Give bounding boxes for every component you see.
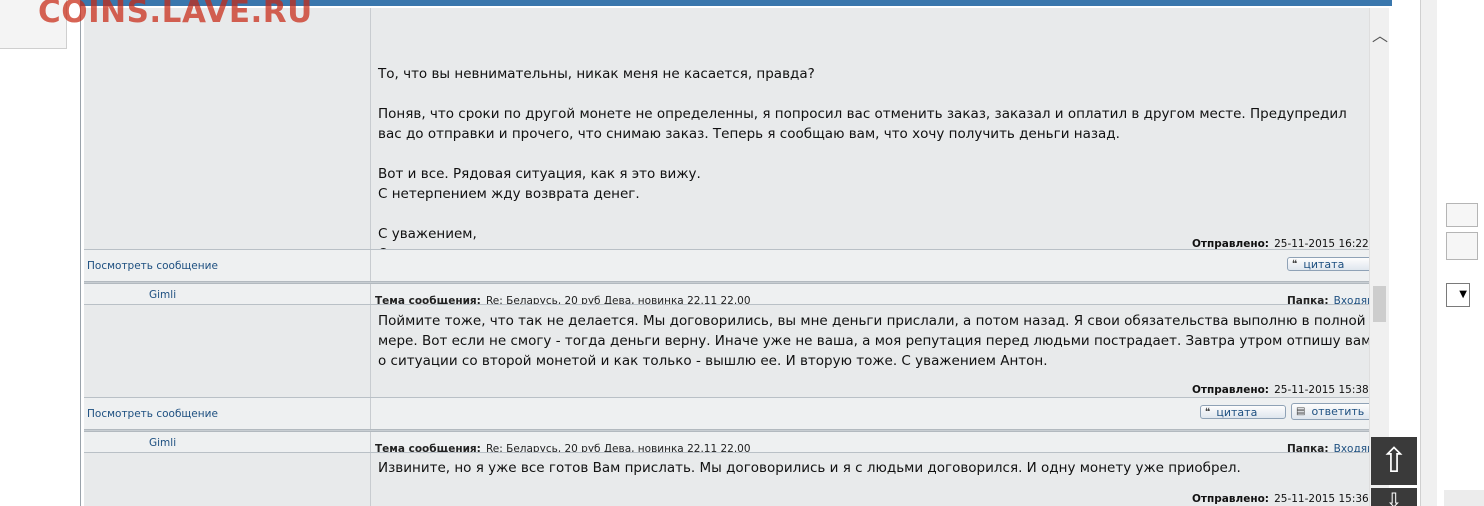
post-content-cell: Поймите тоже, что так не делается. Мы до… xyxy=(371,305,1373,397)
quote-button[interactable]: ❝ цитата xyxy=(1287,257,1373,271)
post-footer: Посмотреть сообщение ❝ цитата xyxy=(84,250,1373,281)
post-author-cell xyxy=(84,8,371,249)
post-content-cell: Извините, но я уже все готов Вам прислат… xyxy=(371,453,1373,506)
quote-icon: ❝ xyxy=(1205,406,1211,418)
post-author-cell xyxy=(84,305,371,397)
right-widget-box xyxy=(1446,203,1478,227)
right-scroll-strip xyxy=(1420,0,1437,506)
watermark: COINS.LAVE.RU xyxy=(38,0,313,30)
chevron-down-icon: ▼ xyxy=(1459,289,1467,300)
author-name[interactable]: Gimli xyxy=(149,289,176,301)
post-header-right: Тема сообщения: Re: Беларусь, 20 руб Дев… xyxy=(371,284,1373,307)
sent-label: Отправлено: xyxy=(1192,384,1269,396)
post-body-3: Извините, но я уже все готов Вам прислат… xyxy=(378,460,1241,476)
post-body-2: Поймите тоже, что так не делается. Мы до… xyxy=(378,313,1372,369)
right-widget-box xyxy=(1446,232,1478,260)
quote-label: цитата xyxy=(1303,257,1345,271)
post-author-cell: Gimli xyxy=(84,284,371,304)
sent-date: 25-11-2015 15:38:4 xyxy=(1274,384,1373,396)
post-header: Gimli Тема сообщения: Re: Беларусь, 20 р… xyxy=(84,432,1373,455)
post-footer-right: ❝ цитата ▤ ответить xyxy=(371,398,1373,429)
right-dropdown[interactable]: ▼ xyxy=(1446,283,1470,307)
view-message-link[interactable]: Посмотреть сообщение xyxy=(87,408,218,420)
up-arrow-icon: ⇧ xyxy=(1379,441,1409,481)
quote-label: цитата xyxy=(1216,405,1258,419)
down-arrow-icon: ⇩ xyxy=(1385,488,1403,506)
view-message-link[interactable]: Посмотреть сообщение xyxy=(87,260,218,272)
quote-button[interactable]: ❝ цитата xyxy=(1200,405,1286,419)
right-bottom-panel xyxy=(1444,490,1484,506)
message-table: То, что вы невнимательны, никак меня не … xyxy=(84,8,1373,506)
post-row: То, что вы невнимательны, никак меня не … xyxy=(84,8,1373,262)
author-name[interactable]: Gimli xyxy=(149,437,176,449)
vertical-scrollbar[interactable]: ︿ xyxy=(1369,8,1389,506)
chevron-up-icon[interactable]: ︿ xyxy=(1372,22,1388,46)
post-author-cell xyxy=(84,453,371,506)
scroll-to-top-button[interactable]: ⇧ xyxy=(1371,437,1417,485)
post-author-cell: Gimli xyxy=(84,432,371,452)
post-header: Gimli Тема сообщения: Re: Беларусь, 20 р… xyxy=(84,284,1373,307)
post-footer: Посмотреть сообщение ❝ цитата ▤ ответить xyxy=(84,398,1373,429)
post-footer-right: ❝ цитата xyxy=(371,250,1373,281)
reply-button[interactable]: ▤ ответить xyxy=(1291,403,1373,420)
post-sent-2: Отправлено: 25-11-2015 15:38:4 xyxy=(1192,378,1373,397)
post-footer-left: Посмотреть сообщение xyxy=(84,398,371,429)
post-footer-left: Посмотреть сообщение xyxy=(84,250,371,281)
scroll-to-bottom-button[interactable]: ⇩ xyxy=(1371,488,1417,506)
reply-label: ответить xyxy=(1311,405,1365,418)
sent-label: Отправлено: xyxy=(1192,493,1269,505)
quote-icon: ❝ xyxy=(1292,258,1298,270)
reply-icon: ▤ xyxy=(1296,406,1306,417)
scrollbar-thumb[interactable] xyxy=(1373,286,1386,322)
sent-date: 25-11-2015 15:36:0 xyxy=(1274,493,1373,505)
post-header-right: Тема сообщения: Re: Беларусь, 20 руб Дев… xyxy=(371,432,1373,455)
post-content-cell: То, что вы невнимательны, никак меня не … xyxy=(371,8,1373,262)
post-row: Поймите тоже, что так не делается. Мы до… xyxy=(84,305,1373,397)
post-row: Извините, но я уже все готов Вам прислат… xyxy=(84,453,1373,506)
post-sent-3: Отправлено: 25-11-2015 15:36:0 xyxy=(1192,487,1373,506)
